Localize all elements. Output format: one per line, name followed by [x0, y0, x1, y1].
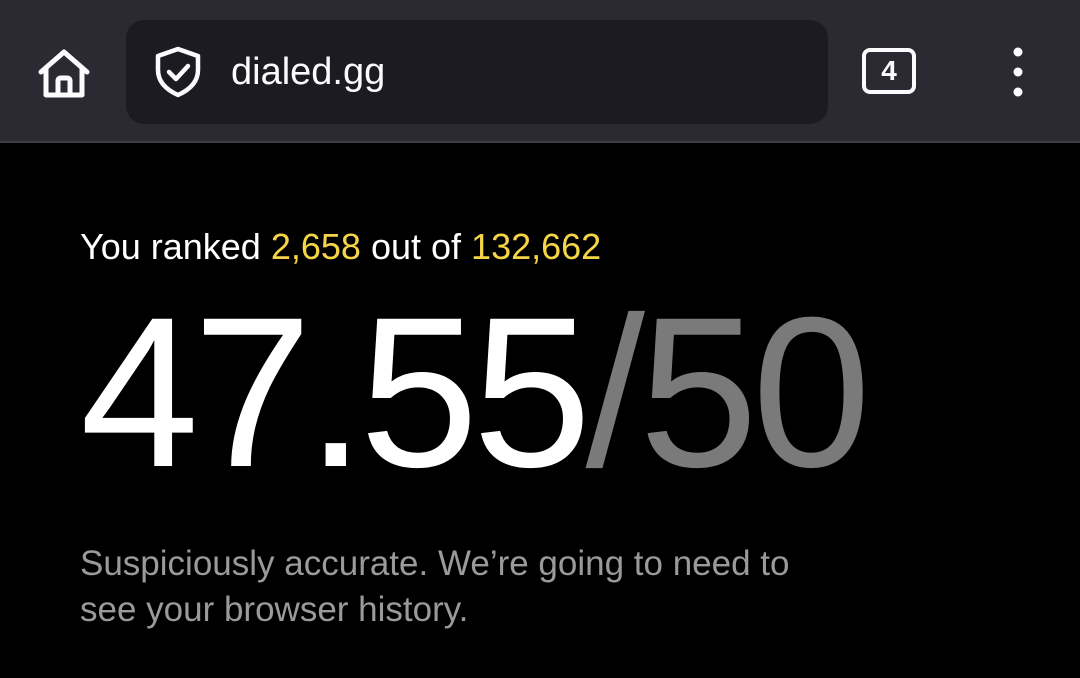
- rank-summary: You ranked 2,658 out of 132,662: [80, 225, 601, 269]
- more-vertical-icon: [1013, 47, 1023, 97]
- rank-middle: out of: [370, 226, 462, 267]
- page-content: You ranked 2,658 out of 132,662 47.55/50…: [0, 145, 1080, 678]
- shield-check-icon[interactable]: [152, 46, 204, 98]
- url-text[interactable]: dialed.gg: [231, 48, 385, 96]
- rank-value: 2,658: [270, 226, 361, 267]
- home-button[interactable]: [28, 38, 100, 110]
- address-bar[interactable]: dialed.gg: [126, 20, 828, 124]
- browser-toolbar: dialed.gg 4: [0, 0, 1080, 143]
- score-separator: /: [585, 273, 646, 512]
- score-display: 47.55/50: [80, 286, 871, 500]
- max-score: 50: [639, 273, 871, 512]
- tab-count: 4: [881, 55, 897, 86]
- home-icon: [38, 49, 90, 98]
- result-message: Suspiciously accurate. We’re going to ne…: [80, 544, 790, 629]
- tab-counter-button[interactable]: 4: [862, 48, 916, 94]
- total-players: 132,662: [471, 226, 602, 267]
- menu-button[interactable]: [996, 44, 1040, 100]
- rank-prefix: You ranked: [80, 226, 261, 267]
- score-value: 47.55: [80, 273, 592, 512]
